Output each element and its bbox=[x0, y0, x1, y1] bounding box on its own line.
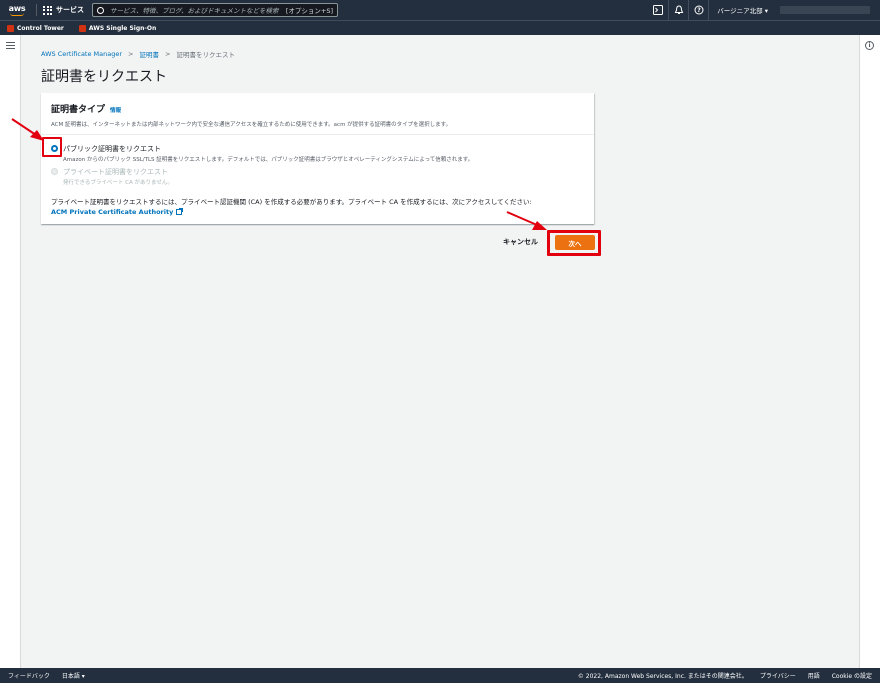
option-label: パブリック証明書をリクエスト bbox=[63, 145, 161, 153]
page-title: 証明書をリクエスト bbox=[41, 69, 167, 85]
bell-icon[interactable] bbox=[668, 0, 688, 20]
radio-private bbox=[51, 168, 58, 175]
account-menu[interactable] bbox=[780, 6, 870, 14]
breadcrumb-certificates[interactable]: 証明書 bbox=[139, 49, 159, 59]
help-icon[interactable]: ? bbox=[688, 0, 708, 20]
chevron-right-icon: > bbox=[164, 50, 171, 58]
feedback-link[interactable]: フィードバック bbox=[8, 671, 50, 680]
region-selector[interactable]: バージニア北部 ▾ bbox=[708, 0, 776, 20]
highlight-box-next bbox=[547, 230, 601, 256]
arrow-icon bbox=[11, 118, 44, 141]
option-private-certificate: プライベート証明書をリクエスト 発行できるプライベート CA がありません。 bbox=[51, 167, 584, 186]
cookie-settings-link[interactable]: Cookie の設定 bbox=[832, 671, 872, 680]
copyright: © 2022, Amazon Web Services, Inc. またはその関… bbox=[577, 673, 748, 680]
svg-text:?: ? bbox=[697, 7, 701, 14]
favorite-sso[interactable]: AWS Single Sign-On bbox=[78, 24, 156, 32]
top-navigation: aws サービス サービス、特徴、ブログ、およびドキュメントなどを検索 [オプシ… bbox=[0, 0, 880, 20]
menu-icon[interactable] bbox=[6, 42, 15, 49]
services-menu-button[interactable]: サービス bbox=[43, 5, 84, 15]
arrow-icon bbox=[506, 211, 547, 230]
privacy-link[interactable]: プライバシー bbox=[760, 671, 796, 680]
chevron-right-icon: > bbox=[128, 50, 134, 58]
control-tower-icon bbox=[7, 24, 14, 32]
option-label: プライベート証明書をリクエスト bbox=[63, 168, 168, 176]
info-panel-icon[interactable]: i bbox=[865, 41, 874, 50]
panel-title: 証明書タイプ bbox=[51, 105, 106, 115]
search-input[interactable]: サービス、特徴、ブログ、およびドキュメントなどを検索 [オプション+S] bbox=[92, 3, 338, 17]
certificate-type-panel: 証明書タイプ 情報 ACM 証明書は、インターネットまたは内部ネットワーク内で安… bbox=[41, 93, 594, 224]
aws-logo[interactable]: aws bbox=[4, 0, 30, 20]
grid-icon bbox=[43, 5, 52, 15]
footer: フィードバック 日本語 ▾ © 2022, Amazon Web Service… bbox=[0, 668, 880, 683]
breadcrumb-current: 証明書をリクエスト bbox=[176, 51, 235, 59]
sso-icon bbox=[78, 24, 86, 32]
right-drawer bbox=[859, 35, 880, 668]
cloudshell-icon[interactable] bbox=[648, 0, 668, 20]
language-selector[interactable]: 日本語 ▾ bbox=[62, 671, 85, 680]
cancel-button[interactable]: キャンセル bbox=[503, 237, 538, 247]
private-ca-note: プライベート証明書をリクエストするには、プライベート認証機関 (CA) を作成す… bbox=[51, 198, 532, 206]
option-public-certificate[interactable]: パブリック証明書をリクエスト Amazon からのパブリック SSL/TLS 証… bbox=[51, 144, 584, 163]
terms-link[interactable]: 用語 bbox=[808, 671, 820, 680]
breadcrumb-acm[interactable]: AWS Certificate Manager bbox=[41, 50, 122, 58]
option-description: Amazon からのパブリック SSL/TLS 証明書をリクエストします。デフォ… bbox=[63, 157, 474, 163]
favorite-control-tower[interactable]: Control Tower bbox=[7, 24, 64, 32]
info-link[interactable]: 情報 bbox=[110, 106, 121, 114]
option-description: 発行できるプライベート CA がありません。 bbox=[63, 180, 173, 186]
panel-description: ACM 証明書は、インターネットまたは内部ネットワーク内で安全な通信アクセスを確… bbox=[51, 122, 452, 128]
breadcrumb: AWS Certificate Manager > 証明書 > 証明書をリクエス… bbox=[41, 49, 235, 59]
search-icon bbox=[97, 6, 104, 14]
external-link-icon bbox=[176, 208, 184, 215]
panel-header: 証明書タイプ 情報 ACM 証明書は、インターネットまたは内部ネットワーク内で安… bbox=[41, 93, 594, 135]
favorites-bar: Control Tower AWS Single Sign-On bbox=[0, 20, 880, 35]
